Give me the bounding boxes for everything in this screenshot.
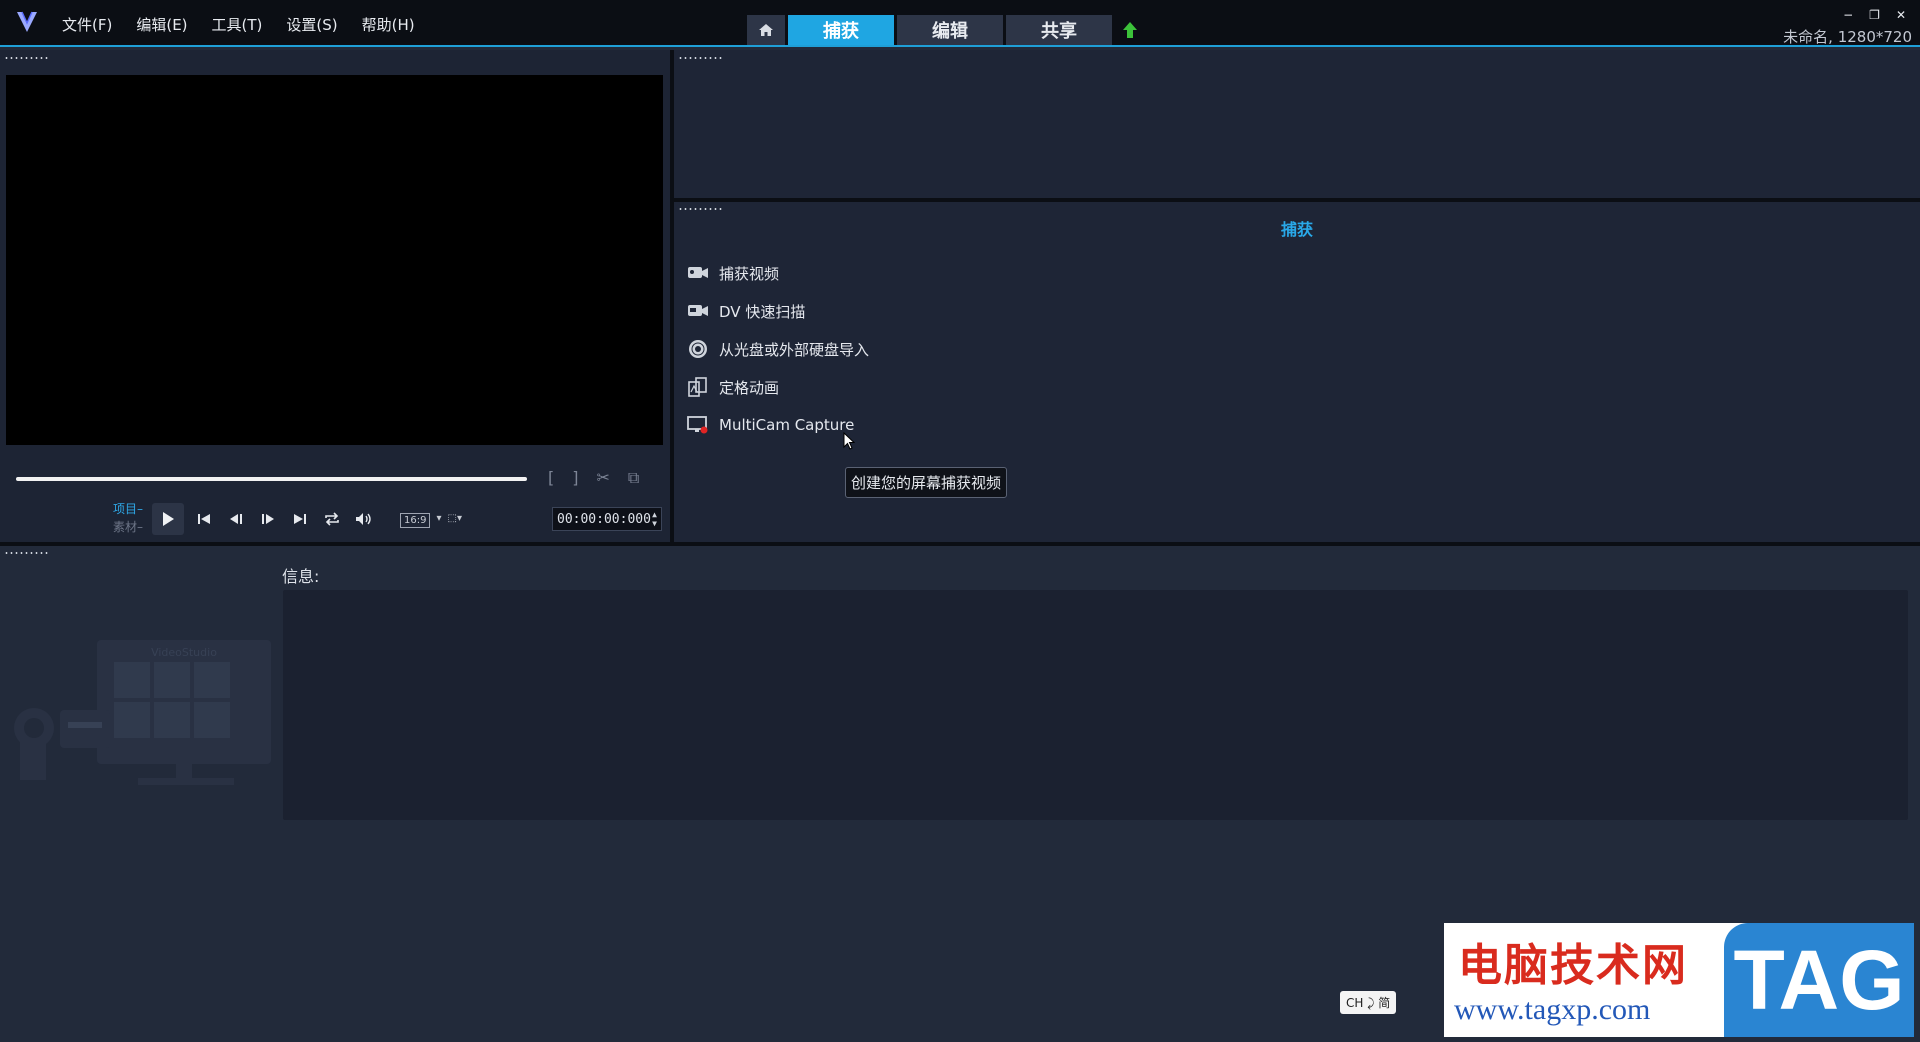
menu-help[interactable]: 帮助(H) bbox=[350, 0, 427, 47]
repeat-button[interactable] bbox=[320, 507, 344, 531]
info-box bbox=[283, 590, 1908, 820]
panel-grip[interactable] bbox=[678, 207, 722, 211]
restore-button[interactable]: ❐ bbox=[1869, 8, 1880, 22]
play-button[interactable] bbox=[152, 503, 184, 535]
disc-import-option[interactable]: 从光盘或外部硬盘导入 bbox=[686, 330, 869, 368]
menu-settings[interactable]: 设置(S) bbox=[274, 0, 349, 47]
info-label: 信息: bbox=[282, 567, 320, 586]
capture-option-label: MultiCam Capture bbox=[719, 416, 855, 434]
library-panel bbox=[674, 50, 1920, 198]
previous-frame-icon bbox=[230, 514, 242, 524]
skip-start-icon bbox=[198, 514, 210, 524]
upload-arrow-icon bbox=[1123, 22, 1137, 38]
mode-project[interactable]: 项目– bbox=[113, 500, 143, 518]
enlarge-preview-icon[interactable]: ⧉ bbox=[628, 468, 639, 488]
watermark-cn-text: 电脑技术网 bbox=[1458, 940, 1688, 991]
go-to-end-button[interactable] bbox=[288, 507, 312, 531]
repeat-icon bbox=[325, 512, 339, 526]
tooltip: 创建您的屏幕捕获视频 bbox=[845, 467, 1008, 498]
home-icon bbox=[759, 24, 773, 36]
illustration-brand-text: VideoStudio bbox=[151, 646, 217, 659]
volume-button[interactable] bbox=[352, 507, 376, 531]
mouse-cursor-icon bbox=[843, 432, 855, 450]
panel-grip[interactable] bbox=[678, 56, 722, 60]
capture-option-label: 捕获视频 bbox=[719, 264, 780, 283]
capture-video-option[interactable]: 捕获视频 bbox=[686, 254, 869, 292]
watermark-logo: 电脑技术网 www.tagxp.com TAG bbox=[1444, 923, 1914, 1037]
aspect-dropdown-icon[interactable]: ▾ bbox=[436, 513, 441, 528]
next-frame-button[interactable] bbox=[256, 507, 280, 531]
videostudio-logo-icon bbox=[17, 11, 37, 32]
minimize-button[interactable]: − bbox=[1843, 8, 1853, 22]
player-panel: [ ] ✂ ⧉ 项目– 素材– 16:9 ▾ ⬚▾ 00:00:00:000 ▲… bbox=[0, 50, 670, 542]
tab-edit[interactable]: 编辑 bbox=[897, 15, 1003, 45]
menu-bar: 文件(F) 编辑(E) 工具(T) 设置(S) 帮助(H) bbox=[50, 0, 427, 47]
volume-icon bbox=[356, 513, 371, 525]
trim-tools: [ ] ✂ ⧉ bbox=[548, 468, 639, 488]
split-clip-icon[interactable]: ✂ bbox=[597, 468, 610, 488]
next-frame-icon bbox=[262, 514, 274, 524]
play-icon bbox=[163, 512, 174, 526]
aspect-ratio-selector[interactable]: 16:9 bbox=[400, 513, 431, 528]
capture-illustration-icon: VideoStudio bbox=[14, 640, 271, 785]
multicam-capture-option[interactable]: MultiCam Capture bbox=[686, 406, 869, 444]
playback-scrubber[interactable] bbox=[16, 477, 527, 481]
menu-file[interactable]: 文件(F) bbox=[50, 0, 124, 47]
screen-capture-icon bbox=[686, 413, 710, 437]
home-button[interactable] bbox=[747, 15, 785, 45]
capture-options: 捕获视频 DV 快速扫描 从光盘或外部硬盘导入 定格动画 MultiCam Ca… bbox=[686, 254, 869, 444]
ime-indicator[interactable]: CH ⤸ 简 bbox=[1340, 991, 1397, 1014]
title-bar: 文件(F) 编辑(E) 工具(T) 设置(S) 帮助(H) 捕获 编辑 共享 −… bbox=[0, 0, 1920, 47]
panel-grip[interactable] bbox=[4, 551, 48, 555]
upload-button[interactable] bbox=[1115, 15, 1145, 45]
stop-motion-option[interactable]: 定格动画 bbox=[686, 368, 869, 406]
playback-mode: 项目– 素材– bbox=[113, 500, 143, 536]
go-to-start-button[interactable] bbox=[192, 507, 216, 531]
dv-scan-icon bbox=[686, 299, 710, 323]
capture-option-label: DV 快速扫描 bbox=[719, 302, 806, 321]
mode-clip[interactable]: 素材– bbox=[113, 518, 143, 536]
menu-edit[interactable]: 编辑(E) bbox=[124, 0, 199, 47]
watermark-tag: TAG bbox=[1724, 923, 1914, 1037]
workspace-tabs: 捕获 编辑 共享 bbox=[747, 15, 1145, 45]
video-preview bbox=[6, 75, 663, 445]
previous-frame-button[interactable] bbox=[224, 507, 248, 531]
capture-option-label: 从光盘或外部硬盘导入 bbox=[719, 340, 870, 359]
close-button[interactable]: ✕ bbox=[1896, 8, 1906, 22]
mark-in-icon[interactable]: [ bbox=[548, 468, 554, 488]
dv-scan-option[interactable]: DV 快速扫描 bbox=[686, 292, 869, 330]
display-mode-icon[interactable]: ⬚▾ bbox=[448, 513, 462, 528]
aspect-controls: 16:9 ▾ ⬚▾ bbox=[400, 513, 462, 528]
watermark-url: www.tagxp.com bbox=[1454, 993, 1651, 1026]
timecode-field[interactable]: 00:00:00:000 ▲ ▼ bbox=[552, 507, 662, 531]
playback-controls bbox=[152, 503, 376, 535]
disc-import-icon bbox=[686, 337, 710, 361]
window-controls: − ❐ ✕ bbox=[1843, 8, 1906, 22]
capture-title: 捕获 bbox=[1280, 220, 1313, 239]
capture-panel: 捕获 捕获视频 DV 快速扫描 从光盘或外部硬盘导入 定格动画 MultiCam… bbox=[674, 202, 1920, 542]
tab-share[interactable]: 共享 bbox=[1006, 15, 1112, 45]
timecode-stepper[interactable]: ▲ ▼ bbox=[652, 510, 657, 528]
capture-option-label: 定格动画 bbox=[719, 378, 780, 397]
menu-tools[interactable]: 工具(T) bbox=[200, 0, 275, 47]
project-info: 未命名, 1280*720 bbox=[1783, 28, 1912, 46]
tab-capture[interactable]: 捕获 bbox=[788, 15, 894, 45]
stop-motion-icon bbox=[686, 375, 710, 399]
skip-end-icon bbox=[294, 514, 306, 524]
mark-out-icon[interactable]: ] bbox=[572, 468, 578, 488]
panel-grip[interactable] bbox=[4, 56, 48, 60]
video-capture-icon bbox=[686, 261, 710, 285]
